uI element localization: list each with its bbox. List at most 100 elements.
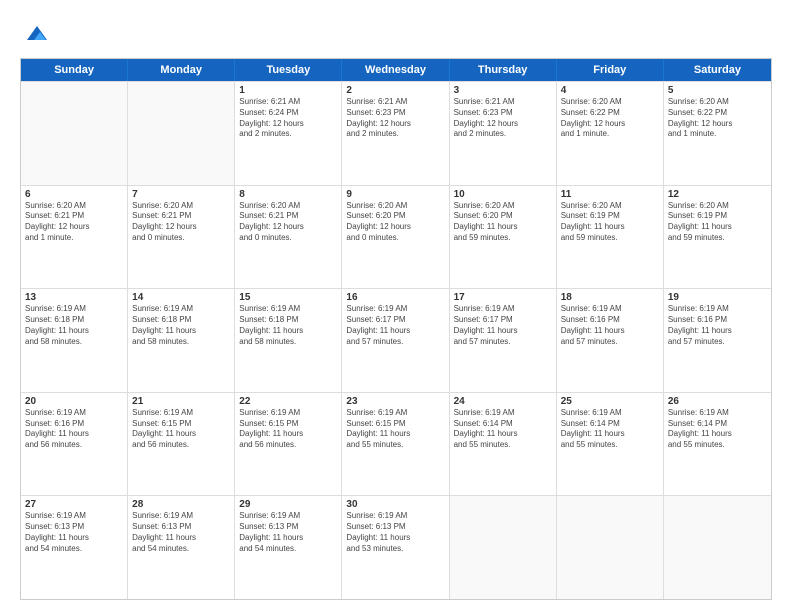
calendar-body: 1Sunrise: 6:21 AMSunset: 6:24 PMDaylight… [21, 81, 771, 599]
cell-line: Sunrise: 6:20 AM [561, 201, 659, 212]
cal-cell: 16Sunrise: 6:19 AMSunset: 6:17 PMDayligh… [342, 289, 449, 392]
cal-cell: 8Sunrise: 6:20 AMSunset: 6:21 PMDaylight… [235, 186, 342, 289]
cell-line: Daylight: 11 hours [668, 222, 767, 233]
cell-line: Daylight: 11 hours [25, 429, 123, 440]
cal-cell: 22Sunrise: 6:19 AMSunset: 6:15 PMDayligh… [235, 393, 342, 496]
cell-line: Sunrise: 6:19 AM [346, 304, 444, 315]
cell-line: Daylight: 11 hours [454, 429, 552, 440]
day-number: 14 [132, 292, 230, 303]
cell-line: and 59 minutes. [668, 233, 767, 244]
logo [20, 18, 52, 48]
cell-line: Sunrise: 6:20 AM [668, 201, 767, 212]
cal-cell: 15Sunrise: 6:19 AMSunset: 6:18 PMDayligh… [235, 289, 342, 392]
cal-cell: 25Sunrise: 6:19 AMSunset: 6:14 PMDayligh… [557, 393, 664, 496]
cell-line: Sunset: 6:23 PM [454, 108, 552, 119]
day-header-sunday: Sunday [21, 59, 128, 81]
cell-line: and 59 minutes. [561, 233, 659, 244]
cell-line: and 57 minutes. [668, 337, 767, 348]
day-number: 18 [561, 292, 659, 303]
day-number: 4 [561, 85, 659, 96]
cell-line: Sunrise: 6:19 AM [561, 304, 659, 315]
cell-line: Sunset: 6:21 PM [239, 211, 337, 222]
cell-line: Sunrise: 6:19 AM [239, 408, 337, 419]
cell-line: Sunrise: 6:19 AM [668, 304, 767, 315]
cell-line: Sunset: 6:15 PM [132, 419, 230, 430]
cell-line: Daylight: 11 hours [561, 429, 659, 440]
cell-line: Sunset: 6:16 PM [561, 315, 659, 326]
cell-line: Daylight: 11 hours [346, 326, 444, 337]
cell-line: and 57 minutes. [561, 337, 659, 348]
day-number: 9 [346, 189, 444, 200]
cell-line: Sunset: 6:14 PM [454, 419, 552, 430]
cell-line: Sunset: 6:18 PM [132, 315, 230, 326]
cell-line: and 0 minutes. [239, 233, 337, 244]
cell-line: Sunrise: 6:19 AM [668, 408, 767, 419]
day-number: 3 [454, 85, 552, 96]
cell-line: Daylight: 11 hours [454, 326, 552, 337]
cell-line: Sunrise: 6:20 AM [454, 201, 552, 212]
cell-line: Sunset: 6:19 PM [668, 211, 767, 222]
cell-line: and 1 minute. [561, 129, 659, 140]
cell-line: Daylight: 11 hours [561, 326, 659, 337]
cal-cell: 4Sunrise: 6:20 AMSunset: 6:22 PMDaylight… [557, 82, 664, 185]
day-number: 26 [668, 396, 767, 407]
day-header-wednesday: Wednesday [342, 59, 449, 81]
day-number: 6 [25, 189, 123, 200]
cell-line: Daylight: 11 hours [454, 222, 552, 233]
week-row-2: 6Sunrise: 6:20 AMSunset: 6:21 PMDaylight… [21, 185, 771, 289]
cell-line: and 59 minutes. [454, 233, 552, 244]
day-number: 8 [239, 189, 337, 200]
cal-cell: 14Sunrise: 6:19 AMSunset: 6:18 PMDayligh… [128, 289, 235, 392]
cell-line: Sunset: 6:18 PM [25, 315, 123, 326]
day-header-tuesday: Tuesday [235, 59, 342, 81]
cal-cell: 13Sunrise: 6:19 AMSunset: 6:18 PMDayligh… [21, 289, 128, 392]
cell-line: Sunrise: 6:20 AM [346, 201, 444, 212]
cell-line: Sunset: 6:22 PM [668, 108, 767, 119]
logo-icon [22, 18, 52, 48]
week-row-4: 20Sunrise: 6:19 AMSunset: 6:16 PMDayligh… [21, 392, 771, 496]
cal-cell: 10Sunrise: 6:20 AMSunset: 6:20 PMDayligh… [450, 186, 557, 289]
day-number: 1 [239, 85, 337, 96]
day-number: 7 [132, 189, 230, 200]
cell-line: Sunset: 6:23 PM [346, 108, 444, 119]
cal-cell: 11Sunrise: 6:20 AMSunset: 6:19 PMDayligh… [557, 186, 664, 289]
cal-cell: 26Sunrise: 6:19 AMSunset: 6:14 PMDayligh… [664, 393, 771, 496]
cal-cell: 17Sunrise: 6:19 AMSunset: 6:17 PMDayligh… [450, 289, 557, 392]
cell-line: Sunset: 6:13 PM [132, 522, 230, 533]
day-number: 24 [454, 396, 552, 407]
cal-cell: 23Sunrise: 6:19 AMSunset: 6:15 PMDayligh… [342, 393, 449, 496]
day-number: 21 [132, 396, 230, 407]
cell-line: Sunrise: 6:19 AM [561, 408, 659, 419]
cell-line: Daylight: 12 hours [346, 222, 444, 233]
cell-line: Daylight: 11 hours [346, 429, 444, 440]
day-number: 28 [132, 499, 230, 510]
cell-line: Sunrise: 6:20 AM [239, 201, 337, 212]
cal-cell: 18Sunrise: 6:19 AMSunset: 6:16 PMDayligh… [557, 289, 664, 392]
cal-cell: 7Sunrise: 6:20 AMSunset: 6:21 PMDaylight… [128, 186, 235, 289]
cell-line: Daylight: 12 hours [132, 222, 230, 233]
day-header-saturday: Saturday [664, 59, 771, 81]
cell-line: Sunset: 6:22 PM [561, 108, 659, 119]
cell-line: and 56 minutes. [239, 440, 337, 451]
cell-line: Daylight: 11 hours [561, 222, 659, 233]
cell-line: Sunrise: 6:19 AM [454, 304, 552, 315]
cell-line: Sunrise: 6:19 AM [25, 408, 123, 419]
cell-line: and 2 minutes. [454, 129, 552, 140]
cell-line: and 2 minutes. [346, 129, 444, 140]
cell-line: and 55 minutes. [346, 440, 444, 451]
day-number: 11 [561, 189, 659, 200]
cell-line: Daylight: 11 hours [239, 533, 337, 544]
day-number: 20 [25, 396, 123, 407]
cell-line: Sunset: 6:14 PM [668, 419, 767, 430]
cell-line: Sunset: 6:20 PM [454, 211, 552, 222]
day-header-friday: Friday [557, 59, 664, 81]
cell-line: Sunrise: 6:19 AM [132, 511, 230, 522]
cell-line: Sunset: 6:15 PM [239, 419, 337, 430]
week-row-5: 27Sunrise: 6:19 AMSunset: 6:13 PMDayligh… [21, 495, 771, 599]
cell-line: Sunrise: 6:20 AM [25, 201, 123, 212]
cal-cell: 28Sunrise: 6:19 AMSunset: 6:13 PMDayligh… [128, 496, 235, 599]
cell-line: Daylight: 12 hours [346, 119, 444, 130]
cell-line: Daylight: 11 hours [132, 326, 230, 337]
cell-line: Sunrise: 6:19 AM [132, 304, 230, 315]
cell-line: and 56 minutes. [132, 440, 230, 451]
